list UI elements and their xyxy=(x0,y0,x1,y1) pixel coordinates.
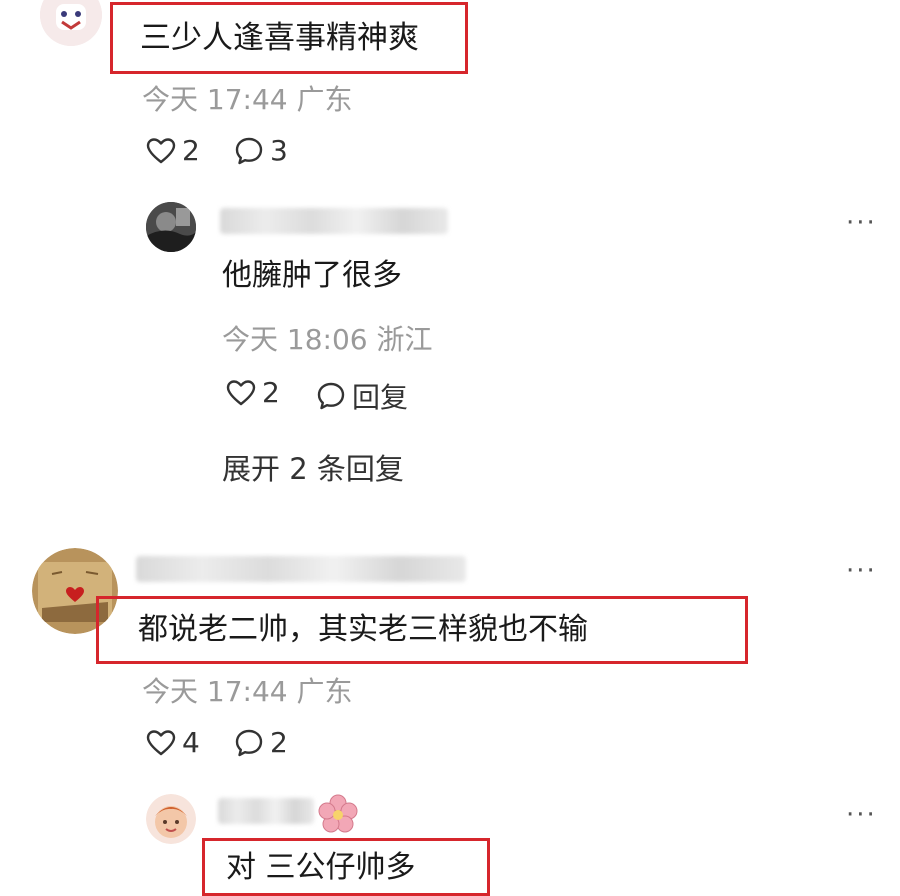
reply-button[interactable]: 回复 xyxy=(316,376,408,416)
comment-meta: 今天 17:44 广东 xyxy=(142,78,353,118)
reply-count: 3 xyxy=(270,134,288,167)
like-count: 2 xyxy=(262,376,280,409)
username-blurred[interactable] xyxy=(218,798,314,824)
like-button[interactable]: 4 xyxy=(146,726,200,759)
more-options-button[interactable]: ··· xyxy=(846,556,877,586)
location: 广东 xyxy=(296,83,353,116)
avatar[interactable] xyxy=(146,794,196,844)
comment-text: 都说老二帅，其实老三样貌也不输 xyxy=(138,612,588,647)
timestamp: 今天 17:44 xyxy=(142,675,288,708)
reply-count-button[interactable]: 3 xyxy=(234,134,288,167)
like-button[interactable]: 2 xyxy=(146,134,200,167)
expand-replies-link[interactable]: 展开 2 条回复 xyxy=(222,446,404,488)
reply-count: 2 xyxy=(270,726,288,759)
more-options-button[interactable]: ··· xyxy=(846,208,877,238)
heart-icon xyxy=(146,729,176,755)
username-blurred[interactable] xyxy=(220,208,448,234)
comment-bubble-icon xyxy=(235,729,263,756)
avatar[interactable] xyxy=(40,0,102,46)
comment-text: 三少人逢喜事精神爽 xyxy=(140,20,419,56)
comment-bubble-icon xyxy=(235,137,263,164)
comment-bubble-icon xyxy=(317,382,345,410)
reply-label: 回复 xyxy=(352,381,409,414)
comment-text: 对 三公仔帅多 xyxy=(226,850,416,885)
like-count: 4 xyxy=(182,726,200,759)
location: 广东 xyxy=(296,675,353,708)
reply-count-button[interactable]: 2 xyxy=(234,726,288,759)
location: 浙江 xyxy=(376,323,433,356)
heart-icon xyxy=(146,137,176,163)
like-button[interactable]: 2 xyxy=(226,376,280,409)
like-count: 2 xyxy=(182,134,200,167)
heart-icon xyxy=(226,379,256,405)
more-options-button[interactable]: ··· xyxy=(846,800,877,830)
timestamp: 今天 17:44 xyxy=(142,83,288,116)
comment-text: 他臃肿了很多 xyxy=(222,258,402,293)
flower-badge-icon xyxy=(318,794,358,834)
timestamp: 今天 18:06 xyxy=(222,323,368,356)
comment-meta: 今天 17:44 广东 xyxy=(142,670,353,710)
username-blurred[interactable] xyxy=(136,556,466,582)
avatar[interactable] xyxy=(146,202,196,252)
comment-meta: 今天 18:06 浙江 xyxy=(222,318,433,358)
